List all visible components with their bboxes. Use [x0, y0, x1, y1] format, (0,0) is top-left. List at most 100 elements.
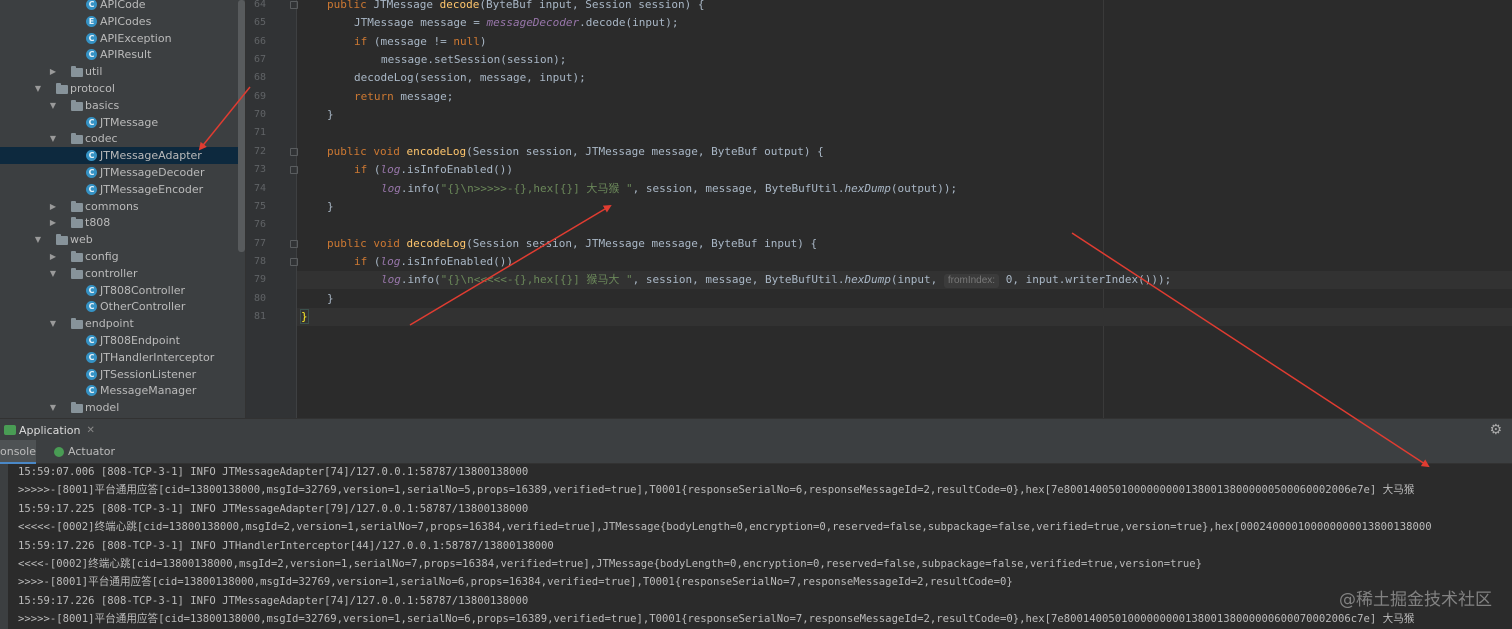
tree-item-apiexception[interactable]: C APIException	[0, 30, 245, 47]
tree-item-jtmessagedecoder[interactable]: C JTMessageDecoder	[0, 164, 245, 181]
tab-actuator-label: Actuator	[68, 445, 115, 458]
tree-item-util[interactable]: ▶ util	[0, 63, 245, 80]
code-token: decode	[439, 0, 480, 11]
tree-item-label: JTSessionListener	[100, 367, 197, 381]
fold-marker-icon[interactable]	[290, 166, 298, 175]
tree-item-t808[interactable]: ▶ t808	[0, 214, 245, 231]
code-token: message.setSession(session);	[381, 53, 567, 67]
parameter-hint: fromIndex:	[943, 274, 1000, 289]
fold-marker-icon[interactable]	[290, 147, 298, 156]
code-token: (	[373, 163, 381, 177]
console-line: 15:59:17.225 [808-TCP-3-1] INFO JTMessag…	[18, 502, 529, 515]
console-output[interactable]: 15:59:07.006 [808-TCP-3-1] INFO JTMessag…	[0, 464, 1512, 629]
tree-item-label: basics	[85, 98, 120, 112]
tree-item-jtmessage[interactable]: C JTMessage	[0, 114, 245, 131]
tree-item-apicodes[interactable]: E APICodes	[0, 13, 245, 30]
code-line[interactable]: }	[300, 308, 309, 326]
tree-item-jt808controller[interactable]: C JT808Controller	[0, 282, 245, 299]
close-icon[interactable]: ✕	[86, 425, 94, 436]
code-line[interactable]: log.info("{}\n>>>>>-{},hex[{}] 大马猴 ", se…	[381, 180, 957, 198]
spring-run-icon	[4, 425, 16, 435]
tree-item-label: JTMessageAdapter	[100, 149, 202, 163]
tree-item-label: commons	[85, 199, 139, 213]
code-token: log	[381, 273, 401, 287]
code-line[interactable]: if (log.isInfoEnabled())	[354, 161, 513, 179]
chevron-down-icon[interactable]: ▼	[33, 80, 43, 97]
tree-item-messagemanager[interactable]: C MessageManager	[0, 382, 245, 399]
fold-marker-icon[interactable]	[290, 1, 298, 9]
fold-marker-icon[interactable]	[290, 257, 298, 266]
code-line[interactable]: public void decodeLog(Session session, J…	[327, 235, 817, 253]
tree-item-jthandlerinterceptor[interactable]: C JTHandlerInterceptor	[0, 349, 245, 366]
code-token: null	[453, 34, 480, 48]
gear-icon[interactable]: ⚙	[1489, 422, 1502, 438]
class-icon: C	[86, 335, 97, 346]
chevron-right-icon[interactable]: ▶	[48, 63, 58, 80]
chevron-right-icon[interactable]: ▶	[48, 198, 58, 215]
code-token: return	[354, 89, 401, 103]
tree-item-jt808endpoint[interactable]: C JT808Endpoint	[0, 332, 245, 349]
chevron-down-icon[interactable]: ▼	[48, 315, 58, 332]
code-token: .info(	[400, 273, 441, 287]
code-editor[interactable]: 64 65 66 67 68 69 70 71 72 73 74 75 76 77 78 79 80 81 pub…	[246, 0, 1512, 418]
code-token: hexDump	[844, 181, 891, 195]
code-line[interactable]: return message;	[354, 88, 453, 106]
code-line[interactable]: JTMessage message = messageDecoder.decod…	[354, 14, 679, 32]
tree-item-apicode[interactable]: C APICode	[0, 0, 245, 13]
chevron-down-icon[interactable]: ▼	[33, 231, 43, 248]
tree-item-label: util	[85, 65, 103, 79]
line-number: 71	[253, 127, 266, 139]
code-line[interactable]: }	[327, 290, 334, 308]
tree-item-jtmessageencoder[interactable]: C JTMessageEncoder	[0, 181, 245, 198]
tree-item-commons[interactable]: ▶ commons	[0, 198, 245, 215]
code-token: if	[354, 254, 374, 268]
chevron-right-icon[interactable]: ▶	[48, 214, 58, 231]
tree-item-jtmessageadapter[interactable]: C JTMessageAdapter	[0, 147, 245, 165]
tree-item-othercontroller[interactable]: C OtherController	[0, 298, 245, 315]
run-tab-application[interactable]: Application ✕	[0, 419, 95, 441]
code-token: .decode(input);	[579, 16, 679, 30]
tab-console[interactable]: onsole	[0, 440, 36, 464]
package-folder-icon	[56, 234, 68, 246]
tree-item-label: JT808Controller	[100, 283, 186, 297]
code-line[interactable]: }	[327, 198, 334, 216]
tree-item-controller[interactable]: ▼ controller	[0, 265, 245, 282]
tree-item-basics[interactable]: ▼ basics	[0, 97, 245, 114]
tree-item-label: JTMessageDecoder	[100, 166, 205, 179]
chevron-down-icon[interactable]: ▼	[48, 130, 58, 147]
project-tree-scrollbar[interactable]	[238, 0, 245, 252]
tree-item-protocol[interactable]: ▼ protocol	[0, 80, 245, 97]
code-line[interactable]: public void encodeLog(Session session, J…	[327, 143, 824, 161]
fold-marker-icon[interactable]	[290, 239, 298, 248]
code-line[interactable]: if (log.isInfoEnabled())	[354, 253, 513, 271]
chevron-down-icon[interactable]: ▼	[48, 265, 58, 282]
chevron-right-icon[interactable]: ▶	[48, 248, 58, 265]
package-folder-icon	[71, 99, 83, 111]
line-number: 68	[253, 72, 266, 84]
tab-actuator[interactable]: Actuator	[50, 440, 115, 464]
tree-item-endpoint[interactable]: ▼ endpoint	[0, 315, 245, 332]
code-token: )	[479, 34, 487, 48]
package-folder-icon	[71, 217, 83, 229]
chevron-down-icon[interactable]: ▼	[48, 399, 58, 416]
code-line[interactable]: }	[327, 106, 334, 124]
tree-item-web[interactable]: ▼ web	[0, 231, 245, 248]
code-token: (output));	[890, 181, 958, 195]
chevron-down-icon[interactable]: ▼	[48, 97, 58, 114]
enum-icon: E	[86, 15, 97, 27]
tree-item-jtsessionlistener[interactable]: C JTSessionListener	[0, 366, 245, 383]
tree-item-label: endpoint	[85, 317, 134, 331]
code-line[interactable]: public JTMessage decode(ByteBuf input, S…	[327, 0, 705, 14]
code-line[interactable]: decodeLog(session, message, input);	[354, 69, 586, 87]
tree-item-label: APICode	[100, 0, 146, 11]
package-folder-icon	[56, 83, 68, 94]
code-line[interactable]: message.setSession(session);	[381, 51, 566, 69]
code-line[interactable]: log.info("{}\n<<<<<-{},hex[{}] 猴马大 ", se…	[381, 271, 1171, 289]
project-tree[interactable]: C APICode E APICodes C APIException C APIResult…	[0, 0, 246, 418]
line-number: 76	[253, 219, 266, 231]
tree-item-codec[interactable]: ▼ codec	[0, 130, 245, 147]
tree-item-apiresult[interactable]: C APIResult	[0, 46, 245, 63]
tree-item-config[interactable]: ▶ config	[0, 248, 245, 265]
tree-item-model[interactable]: ▼ model	[0, 399, 245, 416]
code-line[interactable]: if (message != null)	[354, 33, 486, 51]
